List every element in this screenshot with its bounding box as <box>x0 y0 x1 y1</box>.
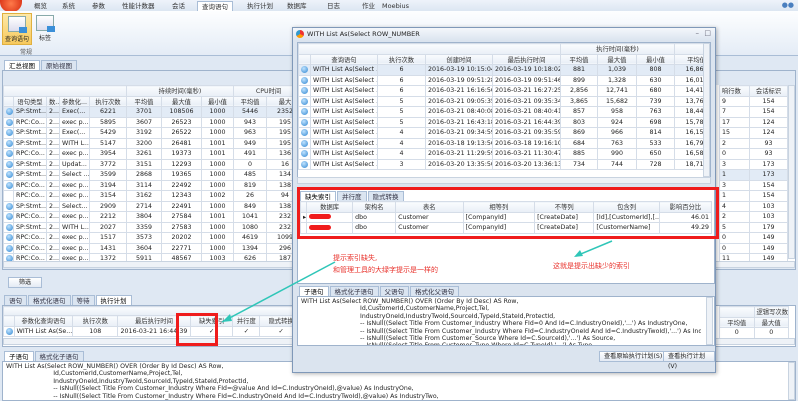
annotation-arrows <box>221 240 613 323</box>
arrow-left <box>221 261 336 323</box>
arrow-right-head <box>574 250 583 257</box>
arrow-left-head <box>222 314 232 322</box>
